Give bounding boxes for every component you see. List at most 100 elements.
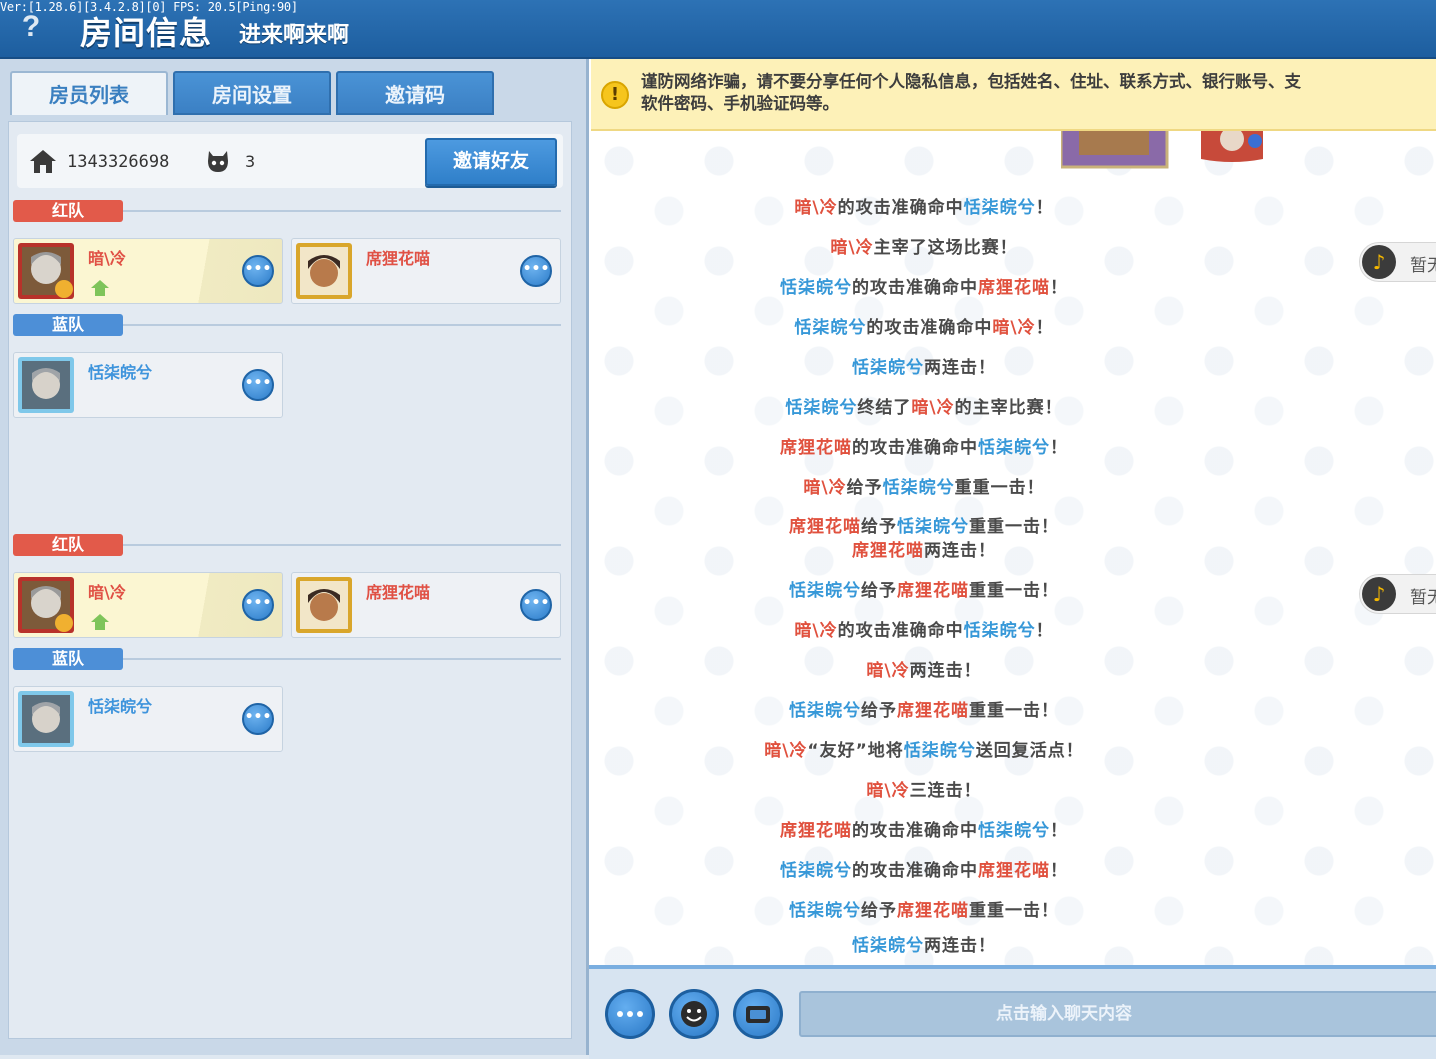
- more-options-button[interactable]: •••: [520, 255, 552, 287]
- host-icon: [91, 614, 109, 630]
- title-bar: Ver:[1.28.6][3.4.2.8][0] FPS: 20.5[Ping:…: [0, 0, 1436, 59]
- player-name-mention: 恬柒皖兮: [903, 741, 976, 761]
- chat-message-area[interactable]: 暗\冷的攻击准确命中恬柒皖兮！ 暗\冷主宰了这场比赛！ 恬柒皖兮的攻击准确命中席狸花…: [589, 131, 1436, 968]
- player-name-mention: 暗\冷: [866, 781, 910, 801]
- player-name-mention: 暗\冷: [803, 478, 847, 498]
- player-name-mention: 恬柒皖兮: [789, 581, 861, 601]
- chat-input-bar: 点击输入聊天内容: [589, 965, 1436, 1059]
- message-text: 两连击！: [924, 358, 996, 378]
- player-name-mention: 暗\冷: [794, 621, 838, 641]
- player-name-mention: 席狸花喵: [897, 701, 969, 721]
- player-card[interactable]: 席狸花喵 •••: [291, 238, 561, 304]
- help-icon[interactable]: ?: [18, 10, 44, 44]
- red-team-header: 红队: [13, 534, 561, 556]
- player-name-mention: 暗\冷: [794, 198, 838, 218]
- room-info-bar: 1343326698 3 邀请好友: [17, 134, 563, 188]
- tab-room-settings[interactable]: 房间设置: [173, 71, 331, 115]
- player-name-mention: 席狸花喵: [789, 517, 861, 537]
- message-text: ！: [1050, 278, 1068, 298]
- player-name-mention: 暗\冷: [764, 741, 808, 761]
- more-options-button[interactable]: •••: [242, 255, 274, 287]
- player-card[interactable]: 暗\冷 •••: [13, 572, 283, 638]
- blue-team-header: 蓝队: [13, 314, 561, 336]
- message-text: 三连击！: [909, 781, 982, 801]
- player-name: 暗\冷: [88, 249, 126, 268]
- chat-message: 席狸花喵的攻击准确命中恬柒皖兮！: [589, 433, 1259, 458]
- avatar: [18, 691, 74, 747]
- player-card[interactable]: 恬柒皖兮 •••: [13, 686, 283, 752]
- avatar-image: [1201, 131, 1263, 162]
- chat-message: 恬柒皖兮给予席狸花喵重重一击！: [589, 696, 1259, 721]
- player-name-mention: 恬柒皖兮: [789, 701, 861, 721]
- emoji-button[interactable]: [669, 989, 719, 1039]
- more-actions-button[interactable]: [605, 989, 655, 1039]
- tab-member-list[interactable]: 房员列表: [10, 71, 168, 115]
- message-text: 给予: [861, 701, 897, 721]
- music-status-pill[interactable]: ♪ 暂无: [1359, 574, 1436, 614]
- message-text: 的攻击准确命中: [837, 198, 964, 218]
- player-name-mention: 恬柒皖兮: [978, 821, 1050, 841]
- message-text: 重重一击！: [969, 517, 1059, 537]
- player-card[interactable]: 暗\冷 •••: [13, 238, 283, 304]
- avatar: [296, 243, 352, 299]
- warning-icon: !: [601, 81, 629, 109]
- chat-message: 暗\冷主宰了这场比赛！: [589, 233, 1259, 258]
- chat-message: 恬柒皖兮给予席狸花喵重重一击！: [589, 896, 1259, 921]
- message-text: 给予: [861, 517, 897, 537]
- room-id: 1343326698: [67, 152, 170, 172]
- more-options-button[interactable]: •••: [520, 589, 552, 621]
- message-text: 重重一击！: [969, 701, 1059, 721]
- home-icon: [30, 150, 56, 173]
- message-text: 主宰了这场比赛！: [873, 238, 1018, 258]
- chat-message: 恬柒皖兮两连击！: [589, 353, 1259, 378]
- left-panel: 房员列表 房间设置 邀请码 1343326698 3 邀请好友 红队 暗\冷 •…: [0, 59, 589, 1055]
- chat-message: 暗\冷两连击！: [589, 656, 1259, 681]
- player-name-mention: 恬柒皖兮: [794, 318, 867, 338]
- player-name: 暗\冷: [88, 583, 126, 602]
- page-title: 房间信息: [80, 14, 213, 52]
- player-name: 恬柒皖兮: [88, 697, 153, 716]
- message-text: 给予: [861, 581, 897, 601]
- divider: [123, 324, 561, 326]
- emoji-icon: [681, 1001, 707, 1027]
- music-status-pill[interactable]: ♪ 暂无: [1359, 242, 1436, 282]
- player-card[interactable]: 席狸花喵 •••: [291, 572, 561, 638]
- chat-input[interactable]: 点击输入聊天内容: [799, 991, 1436, 1037]
- message-text: 重重一击！: [969, 581, 1059, 601]
- player-name-mention: 恬柒皖兮: [780, 278, 852, 298]
- player-name-mention: 席狸花喵: [780, 821, 852, 841]
- chat-message: 席狸花喵两连击！: [589, 536, 1259, 561]
- more-options-button[interactable]: •••: [242, 589, 274, 621]
- keyboard-button[interactable]: [733, 989, 783, 1039]
- member-list-panel: 1343326698 3 邀请好友 红队 暗\冷 ••• 席狸花喵 ••• 蓝队…: [8, 121, 572, 1039]
- tab-invite-code[interactable]: 邀请码: [336, 71, 494, 115]
- message-text: ！: [1035, 198, 1054, 218]
- message-text: 送回复活点！: [975, 741, 1084, 761]
- message-text: 的攻击准确命中: [852, 438, 978, 458]
- invite-friends-button[interactable]: 邀请好友: [425, 138, 557, 186]
- message-text: 重重一击！: [969, 901, 1059, 921]
- message-text: 的攻击准确命中: [837, 621, 964, 641]
- chat-message: 恬柒皖兮的攻击准确命中暗\冷！: [589, 313, 1259, 338]
- message-text: 给予: [846, 478, 883, 498]
- player-name-mention: 席狸花喵: [897, 581, 969, 601]
- chat-message: 恬柒皖兮给予席狸花喵重重一击！: [589, 576, 1259, 601]
- more-options-button[interactable]: •••: [242, 369, 274, 401]
- player-name-mention: 暗\冷: [911, 398, 955, 418]
- chat-message: 恬柒皖兮终结了暗\冷的主宰比赛！: [589, 393, 1259, 418]
- avatar: [18, 357, 74, 413]
- player-name-mention: 恬柒皖兮: [882, 478, 955, 498]
- message-text: 的攻击准确命中: [852, 821, 978, 841]
- message-text: ！: [1050, 821, 1068, 841]
- notice-line-2: 软件密码、手机验证码等。: [641, 94, 839, 113]
- player-name-mention: 恬柒皖兮: [852, 358, 924, 378]
- player-card[interactable]: 恬柒皖兮 •••: [13, 352, 283, 418]
- player-name-mention: 暗\冷: [866, 661, 910, 681]
- message-text: “友好”地将: [807, 741, 904, 761]
- chat-message: 暗\冷的攻击准确命中恬柒皖兮！: [589, 616, 1259, 641]
- message-text: 给予: [861, 901, 897, 921]
- chat-message: 暗\冷三连击！: [589, 776, 1259, 801]
- message-text: ！: [1035, 621, 1054, 641]
- more-icon: [617, 1011, 643, 1017]
- more-options-button[interactable]: •••: [242, 703, 274, 735]
